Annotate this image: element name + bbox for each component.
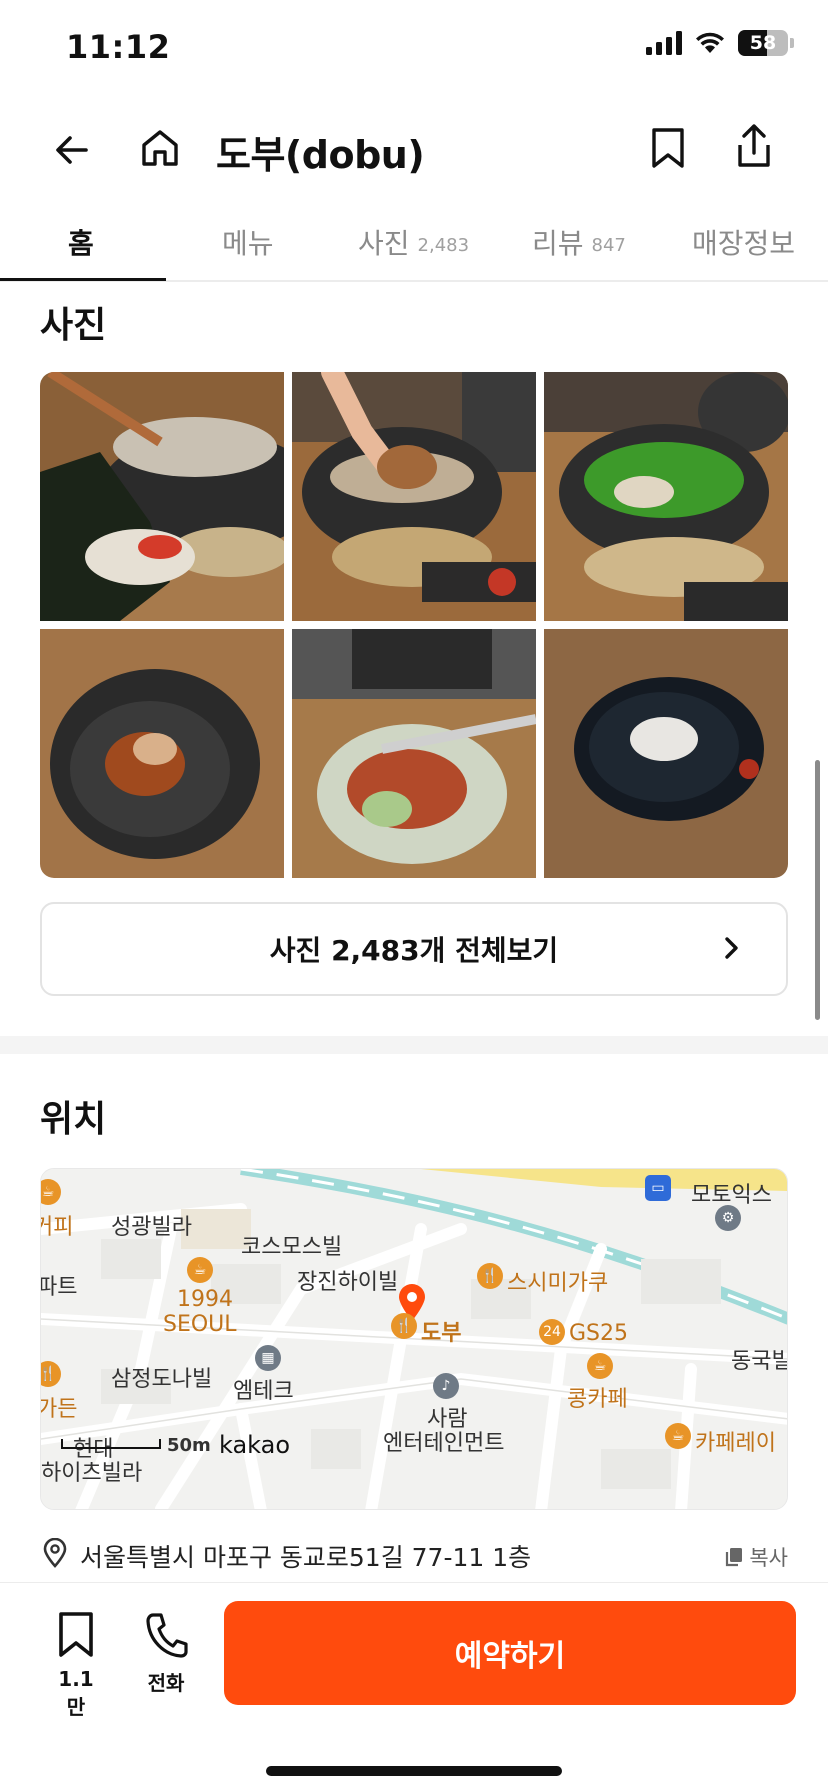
tab-menu[interactable]: 메뉴 (222, 222, 274, 262)
home-icon (142, 130, 178, 166)
tab-store-info[interactable]: 매장정보 (692, 222, 795, 262)
tab-photos-count: 2,483 (417, 234, 470, 256)
reserve-label: 예약하기 (454, 1639, 566, 1674)
back-arrow-icon (56, 136, 88, 164)
photo-thumbnail[interactable] (292, 372, 536, 621)
photos-section-title: 사진 (40, 305, 107, 346)
battery-level: 58 (749, 32, 777, 54)
map-label: 커피 (41, 1215, 74, 1240)
share-icon (738, 124, 770, 167)
map-label: 엔터테인먼트 (383, 1431, 505, 1456)
call-label: 전화 (147, 1671, 185, 1695)
save-count: 1.1만 (58, 1667, 94, 1719)
map-label: 엠테크 (233, 1379, 294, 1404)
map-label: 코스모스빌 (241, 1235, 343, 1260)
tab-bar: 홈 메뉴 사진 2,483 리뷰 847 매장정보 (0, 200, 828, 282)
map-scale-bar (61, 1439, 161, 1449)
bottom-action-bar: 1.1만 전화 예약하기 (0, 1582, 828, 1792)
building-map-icon: ▦ (255, 1345, 281, 1371)
status-time: 11:12 (66, 28, 171, 66)
status-bar: 11:12 58 (0, 0, 828, 100)
map-label: 동국빌 (731, 1349, 788, 1374)
location-section-title: 위치 (40, 1099, 107, 1140)
map-label: SEOUL (163, 1312, 237, 1337)
reserve-button[interactable]: 예약하기 (224, 1601, 796, 1705)
map-label: GS25 (569, 1321, 629, 1346)
map-label: 파트 (40, 1275, 78, 1300)
map-label: 모토익스 (691, 1183, 772, 1208)
tab-photos[interactable]: 사진 2,483 (358, 222, 469, 262)
convenience-store-map-icon: 24 (539, 1319, 565, 1345)
view-all-photos-button[interactable]: 사진 2,483개 전체보기 (40, 902, 788, 996)
active-tab-indicator (0, 278, 166, 281)
phone-icon (146, 1613, 188, 1658)
home-button[interactable] (136, 124, 184, 172)
scrollbar[interactable] (815, 760, 820, 1020)
back-button[interactable] (48, 126, 96, 174)
bus-stop-map-icon: ▭ (645, 1175, 671, 1201)
restaurant-map-icon: 🍴 (391, 1313, 417, 1339)
map-label: 스시미가쿠 (507, 1271, 609, 1296)
kakao-map-logo: kakao (219, 1431, 291, 1459)
cellular-signal-icon (646, 31, 682, 55)
tab-home[interactable]: 홈 (68, 222, 94, 262)
map-label: 1994 (177, 1287, 233, 1312)
map-scale-label: 50m (167, 1435, 211, 1456)
call-button[interactable]: 전화 (140, 1611, 192, 1696)
map-label: 카페레이 (695, 1431, 776, 1456)
address-row: 서울특별시 마포구 동교로51길 77-11 1층 복사 (40, 1534, 788, 1574)
map-label: 장진하이빌 (297, 1270, 399, 1295)
chevron-right-icon (725, 937, 738, 959)
bookmark-button[interactable] (644, 124, 692, 172)
wifi-icon (696, 32, 724, 53)
view-all-photos-label: 사진 2,483개 전체보기 (269, 934, 559, 967)
status-icons: 58 (646, 30, 794, 56)
photo-thumbnail[interactable] (544, 372, 788, 621)
copy-address-button[interactable]: 복사 (725, 1542, 788, 1572)
copy-label: 복사 (749, 1546, 788, 1570)
photo-thumbnail[interactable] (544, 629, 788, 878)
home-indicator (266, 1766, 562, 1776)
section-divider (0, 1036, 828, 1054)
copy-icon (726, 1548, 743, 1567)
location-map[interactable]: ☕ 커피 성광빌라 코스모스빌 파트 장진하이빌 ☕ 1994 SEOUL 🍴 … (40, 1168, 788, 1510)
battery-icon: 58 (738, 30, 794, 56)
page-title: 도부(dobu) (216, 133, 425, 177)
tab-reviews[interactable]: 리뷰 847 (532, 222, 626, 262)
bookmark-icon (59, 1612, 93, 1657)
map-label: 가든 (40, 1397, 78, 1422)
map-label: 콩카페 (567, 1387, 628, 1412)
photo-grid (40, 372, 788, 878)
address-text: 서울특별시 마포구 동교로51길 77-11 1층 (80, 1543, 532, 1572)
map-label: 성광빌라 (111, 1215, 192, 1240)
share-button[interactable] (730, 120, 778, 172)
photo-thumbnail[interactable] (40, 629, 284, 878)
music-map-icon: ♪ (433, 1373, 459, 1399)
restaurant-map-icon: 🍴 (477, 1263, 503, 1289)
photo-thumbnail[interactable] (40, 372, 284, 621)
map-label: 삼정도나빌 (111, 1367, 213, 1392)
cafe-map-icon: ☕ (587, 1353, 613, 1379)
bookmark-icon (652, 128, 684, 168)
tab-reviews-count: 847 (591, 234, 626, 256)
cafe-map-icon: ☕ (187, 1257, 213, 1283)
map-label: 하이츠빌라 (41, 1461, 143, 1486)
map-label-selected: 도부 (421, 1321, 462, 1346)
location-pin-icon (43, 1538, 67, 1568)
car-service-map-icon: ⚙ (715, 1205, 741, 1231)
cafe-map-icon: ☕ (665, 1423, 691, 1449)
app-header: 도부(dobu) (0, 100, 828, 196)
photo-thumbnail[interactable] (292, 629, 536, 878)
save-button[interactable]: 1.1만 (50, 1611, 102, 1720)
